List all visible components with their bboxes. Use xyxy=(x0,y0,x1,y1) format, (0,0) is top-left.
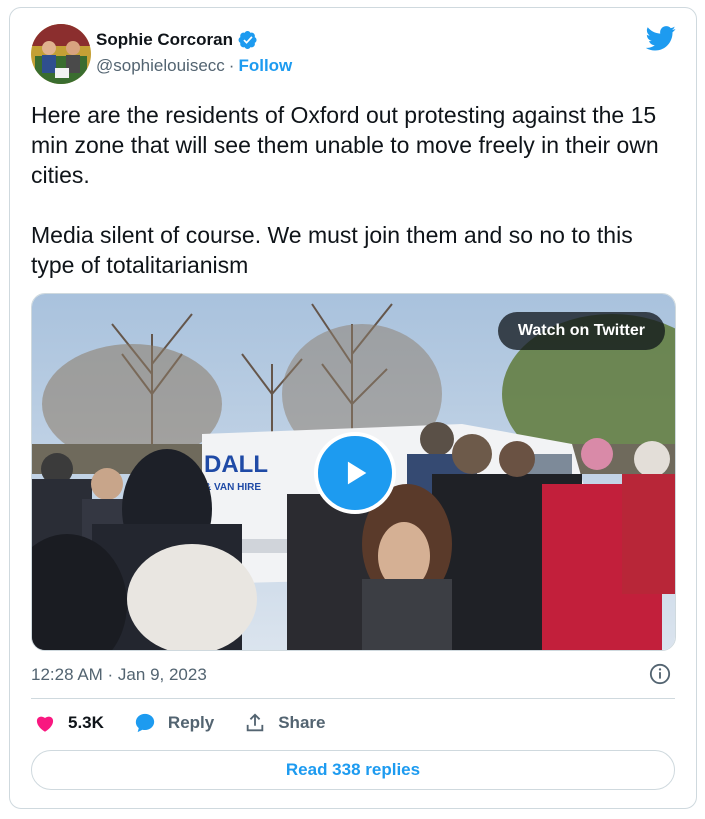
reply-button[interactable]: Reply xyxy=(134,712,214,734)
author-handle[interactable]: @sophielouisecc xyxy=(96,56,225,76)
handle-separator: · xyxy=(228,56,235,75)
author-name[interactable]: Sophie Corcoran xyxy=(96,30,233,50)
play-button[interactable] xyxy=(314,432,396,514)
read-replies-button[interactable]: Read 338 replies xyxy=(31,750,675,790)
follow-button[interactable]: Follow xyxy=(238,56,292,76)
tweet-timestamp[interactable]: 12:28 AM · Jan 9, 2023 xyxy=(31,665,207,685)
action-bar: 5.3K Reply Share xyxy=(34,712,355,734)
like-button[interactable]: 5.3K xyxy=(34,712,104,734)
share-icon xyxy=(246,713,264,732)
verified-badge-icon xyxy=(238,30,258,50)
info-icon[interactable] xyxy=(649,663,671,685)
reply-bubble-icon xyxy=(135,713,155,733)
tweet-card: Sophie Corcoran @sophielouisecc · Follow… xyxy=(9,7,697,809)
watch-on-twitter-button[interactable]: Watch on Twitter xyxy=(497,312,665,350)
van-lettering: DALL xyxy=(204,451,268,478)
avatar[interactable] xyxy=(31,24,91,84)
heart-icon xyxy=(36,716,54,732)
like-count: 5.3K xyxy=(68,713,104,732)
tweet-text: Here are the residents of Oxford out pro… xyxy=(31,102,659,278)
reply-label: Reply xyxy=(167,713,215,732)
video-media[interactable]: DALL & VAN HIRE Watch on Twitter xyxy=(31,293,676,651)
twitter-bird-icon[interactable] xyxy=(645,26,676,51)
share-label: Share xyxy=(278,713,326,732)
share-button[interactable]: Share xyxy=(244,712,325,734)
play-icon xyxy=(347,461,367,485)
van-lettering-sub: & VAN HIRE xyxy=(204,482,261,493)
divider xyxy=(31,698,675,699)
